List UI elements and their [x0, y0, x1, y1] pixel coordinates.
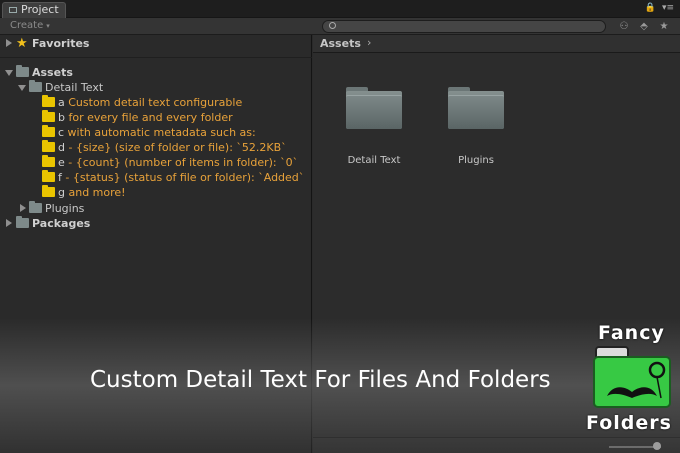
tab-project[interactable]: Project	[2, 2, 66, 18]
tree-item-file[interactable]: d - {size} (size of folder or file): `52…	[0, 140, 312, 155]
expand-arrow-icon[interactable]	[6, 39, 12, 47]
search-icon	[329, 22, 336, 29]
folder-tile-plugins[interactable]	[448, 87, 504, 129]
tree-item-plugins[interactable]: Plugins	[0, 201, 312, 216]
tree-item-file[interactable]: e - {count} (number of items in folder):…	[0, 155, 312, 170]
lock-icon[interactable]: 🔒	[645, 3, 656, 13]
detail-text: Custom detail text configurable	[64, 96, 243, 109]
plugins-label: Plugins	[45, 202, 85, 215]
detail-text: - {status} (status of file or folder): `…	[61, 171, 305, 184]
window-tab-bar: Project 🔒 ▾≡	[0, 0, 680, 18]
breadcrumb: Assets ›	[313, 35, 680, 53]
yellow-folder-icon	[42, 155, 55, 167]
item-letter: e	[58, 156, 65, 169]
expand-arrow-icon[interactable]	[20, 204, 26, 212]
collapse-arrow-icon[interactable]	[18, 85, 26, 91]
chevron-down-icon: ▾	[46, 22, 50, 30]
folder-icon	[29, 80, 42, 92]
detail-text: and more!	[64, 186, 126, 199]
divider	[0, 57, 312, 58]
tree-item-file[interactable]: a Custom detail text configurable	[0, 95, 312, 110]
tree-item-file[interactable]: b for every file and every folder	[0, 110, 312, 125]
detail-text: for every file and every folder	[64, 111, 233, 124]
tree-item-detail-text[interactable]: Detail Text	[0, 80, 312, 95]
item-letter: d	[58, 141, 65, 154]
create-label: Create	[10, 20, 44, 31]
logo-top-word: Fancy	[598, 322, 665, 344]
folder-tile-label[interactable]: Detail Text	[333, 155, 415, 166]
mustache-monocle-icon	[607, 361, 666, 399]
folder-tile-label[interactable]: Plugins	[435, 155, 517, 166]
window-controls: 🔒 ▾≡	[642, 3, 674, 13]
project-window-icon	[9, 7, 17, 13]
promo-headline: Custom Detail Text For Files And Folders	[90, 367, 551, 393]
detail-text: - {count} (number of items in folder): `…	[64, 156, 299, 169]
folder-icon	[16, 65, 29, 77]
logo-bottom-word: Folders	[586, 412, 672, 434]
tree-item-file[interactable]: g and more!	[0, 185, 312, 200]
detail-text: - {size} (size of folder or file): `52.2…	[64, 141, 287, 154]
folder-tile-detail-text[interactable]	[346, 87, 402, 129]
breadcrumb-assets[interactable]: Assets	[320, 37, 361, 50]
yellow-folder-icon	[42, 185, 55, 197]
window-menu-icon[interactable]: ▾≡	[662, 3, 674, 13]
project-toolbar: Create ▾ ⚇ ⬘ ★	[0, 18, 680, 35]
search-input[interactable]	[322, 20, 606, 33]
folder-icon	[16, 216, 29, 228]
tree-item-assets[interactable]: Assets	[0, 65, 312, 80]
scene-filter-icon[interactable]: ⚇	[616, 20, 632, 33]
folder-lid	[448, 95, 504, 129]
item-letter: b	[58, 111, 65, 124]
tree-item-file[interactable]: f - {status} (status of file or folder):…	[0, 170, 312, 185]
favorites-label: Favorites	[32, 37, 90, 50]
chevron-right-icon: ›	[367, 36, 372, 49]
yellow-folder-icon	[42, 170, 55, 182]
label-tag-icon[interactable]: ⬘	[636, 20, 652, 33]
create-dropdown-button[interactable]: Create ▾	[4, 19, 56, 34]
folder-icon	[29, 201, 42, 213]
yellow-folder-icon	[42, 140, 55, 152]
tree-item-packages[interactable]: Packages	[0, 216, 312, 231]
star-icon: ★	[16, 36, 28, 51]
item-letter: g	[58, 186, 65, 199]
item-letter: a	[58, 96, 65, 109]
tab-project-label: Project	[21, 3, 59, 16]
favorite-star-icon[interactable]: ★	[656, 20, 672, 33]
detail-text-label: Detail Text	[45, 81, 104, 94]
logo-folder-body	[593, 356, 671, 408]
packages-label: Packages	[32, 217, 91, 230]
expand-arrow-icon[interactable]	[6, 219, 12, 227]
collapse-arrow-icon[interactable]	[5, 70, 13, 76]
yellow-folder-icon	[42, 95, 55, 107]
yellow-folder-icon	[42, 110, 55, 122]
assets-label: Assets	[32, 66, 73, 79]
fancy-folders-logo-icon	[593, 346, 671, 408]
tree-item-favorites[interactable]: ★ Favorites	[0, 36, 312, 51]
tree-item-file[interactable]: c with automatic metadata such as:	[0, 125, 312, 140]
detail-text: with automatic metadata such as:	[64, 126, 256, 139]
folder-lid	[346, 95, 402, 129]
yellow-folder-icon	[42, 125, 55, 137]
